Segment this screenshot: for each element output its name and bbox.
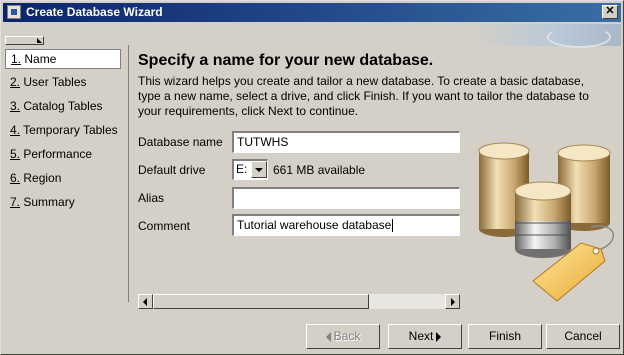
window-title: Create Database Wizard — [26, 5, 163, 19]
nav-item-catalog-tables[interactable]: 3. Catalog Tables — [5, 96, 103, 116]
scroll-right-icon[interactable] — [445, 294, 460, 309]
nav-item-performance[interactable]: 5. Performance — [5, 144, 92, 164]
back-button[interactable]: Back — [306, 324, 380, 349]
cancel-button[interactable]: Cancel — [546, 324, 620, 349]
default-drive-value: E: — [236, 162, 248, 176]
chevron-down-icon[interactable] — [251, 161, 267, 178]
nav-item-label: Catalog Tables — [23, 99, 103, 113]
nav-item-label: User Tables — [23, 75, 87, 89]
banner-decoration-icon — [547, 26, 611, 48]
close-button[interactable]: ✕ — [602, 5, 618, 19]
horizontal-scrollbar[interactable] — [138, 294, 460, 309]
default-drive-label: Default drive — [138, 163, 206, 177]
center-cylinder-icon — [514, 181, 572, 258]
next-arrow-icon — [436, 331, 442, 342]
nav-item-name[interactable]: 1. Name — [5, 49, 121, 69]
alias-label: Alias — [138, 191, 165, 205]
nav-item-label: Summary — [23, 195, 75, 209]
nav-item-label: Name — [24, 52, 57, 66]
comment-value: Tutorial warehouse database — [237, 218, 392, 232]
default-drive-select[interactable]: E: — [232, 159, 268, 180]
scroll-left-icon[interactable] — [138, 294, 153, 309]
nav-item-summary[interactable]: 7. Summary — [5, 192, 75, 212]
scrollbar-thumb[interactable] — [153, 294, 369, 309]
next-button[interactable]: Next — [388, 324, 462, 349]
page-title: Specify a name for your new database. — [138, 52, 434, 69]
nav-item-label: Performance — [23, 147, 93, 161]
nav-item-user-tables[interactable]: 2. User Tables — [5, 72, 87, 92]
database-illustration — [478, 142, 615, 302]
comment-label: Comment — [138, 219, 191, 233]
database-name-label: Database name — [138, 135, 223, 149]
wizard-window: Create Database Wizard ✕ 1. Name 2. User… — [0, 0, 624, 355]
back-arrow-icon — [325, 331, 331, 342]
database-name-field[interactable]: TUTWHS — [232, 131, 460, 153]
nav-item-label: Region — [23, 171, 62, 185]
nav-item-label: Temporary Tables — [23, 123, 118, 137]
header-banner — [471, 24, 621, 48]
comment-field[interactable]: Tutorial warehouse database — [232, 214, 460, 236]
nav-panel-resize-handle[interactable] — [5, 36, 44, 45]
alias-field[interactable] — [232, 187, 460, 209]
nav-item-region[interactable]: 6. Region — [5, 168, 61, 188]
title-bar: Create Database Wizard ✕ — [3, 3, 621, 22]
nav-item-temporary-tables[interactable]: 4. Temporary Tables — [5, 120, 118, 140]
page-description: This wizard helps you create and tailor … — [138, 74, 589, 118]
drive-space-available: 661 MB available — [273, 163, 366, 177]
finish-button[interactable]: Finish — [468, 324, 542, 349]
wizard-steps-nav: 1. Name 2. User Tables 3. Catalog Tables… — [3, 45, 129, 302]
app-icon — [7, 5, 21, 19]
text-caret — [392, 219, 394, 233]
